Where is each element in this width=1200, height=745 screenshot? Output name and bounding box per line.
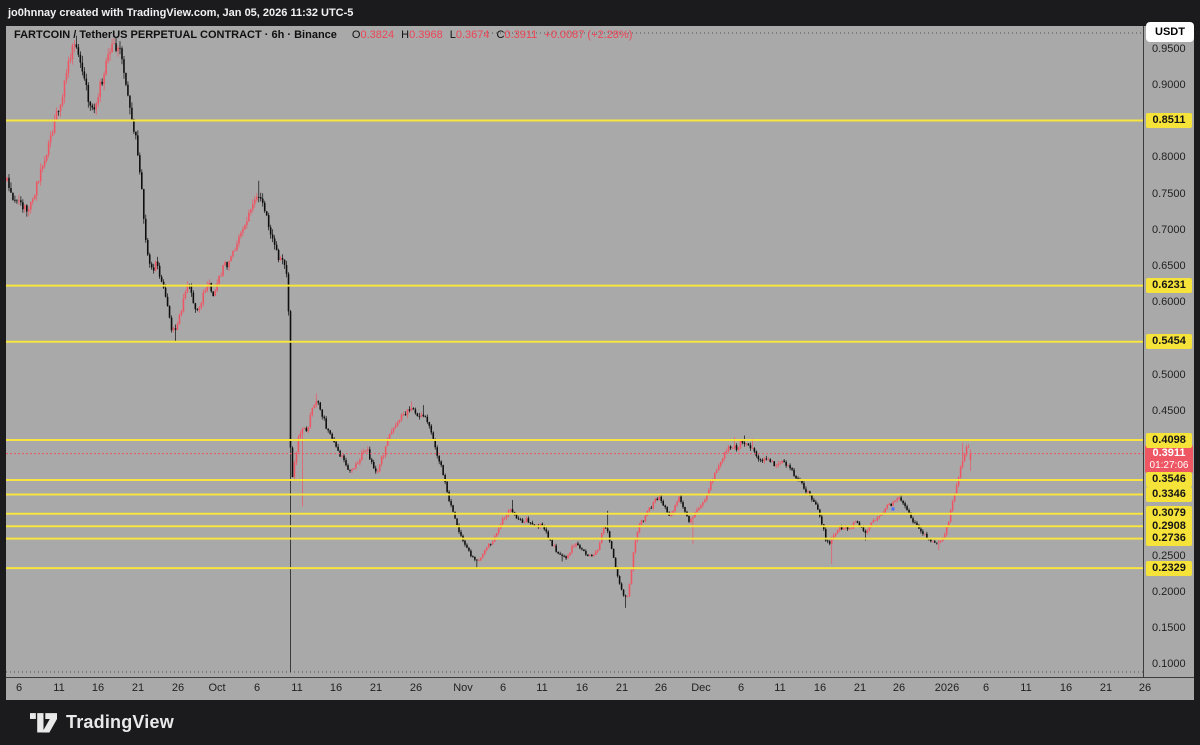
footer-bar: TradingView — [0, 700, 1200, 745]
level-price-label: 0.5454 — [1146, 334, 1192, 350]
symbol-title: FARTCOIN / TetherUS PERPETUAL CONTRACT ·… — [14, 29, 337, 41]
time-tick-label: 16 — [91, 682, 105, 694]
time-tick-label: 16 — [575, 682, 589, 694]
time-tick-label: 6 — [737, 682, 745, 694]
time-tick-label: 21 — [615, 682, 629, 694]
time-tick-label: 21 — [131, 682, 145, 694]
bar-countdown: 01:27:06 — [1149, 459, 1189, 471]
time-tick-label: 26 — [892, 682, 906, 694]
price-tick-label: 0.6500 — [1152, 260, 1186, 273]
time-tick-label: 11 — [53, 682, 65, 694]
time-tick-label: 11 — [536, 682, 548, 694]
price-tick-label: 0.6000 — [1152, 296, 1186, 309]
chart-pane[interactable]: FARTCOIN / TetherUS PERPETUAL CONTRACT ·… — [6, 26, 1143, 677]
time-tick-label: 26 — [654, 682, 668, 694]
close-value: 0.3911 — [504, 29, 538, 41]
price-tick-label: 0.7000 — [1152, 223, 1186, 236]
open-value: 0.3824 — [360, 29, 395, 41]
time-tick-label: 6 — [982, 682, 990, 694]
high-label: H — [401, 29, 410, 41]
tradingview-snapshot: jo0hnnay created with TradingView.com, J… — [0, 0, 1200, 745]
level-price-label: 0.6231 — [1146, 278, 1192, 294]
price-tick-label: 0.2000 — [1152, 585, 1186, 598]
level-price-label: 0.2329 — [1146, 560, 1192, 576]
tradingview-wordmark[interactable]: TradingView — [66, 712, 174, 733]
price-tick-label: 0.1500 — [1152, 622, 1186, 635]
high-value: 0.3968 — [409, 29, 443, 41]
time-tick-label: 11 — [774, 682, 786, 694]
chart-card: FARTCOIN / TetherUS PERPETUAL CONTRACT ·… — [6, 26, 1194, 700]
time-tick-label: 26 — [409, 682, 423, 694]
time-tick-label: 21 — [853, 682, 867, 694]
time-tick-label: 6 — [15, 682, 23, 694]
time-tick-label: 26 — [1138, 682, 1152, 694]
time-axis[interactable]: 6 11 16 21 26 Oct 6 11 16 21 26 Nov 6 11 16 21 26 Dec 6 11 1… — [6, 677, 1194, 700]
last-price-badge: 0.3911 01:27:06 — [1145, 444, 1193, 473]
last-price-value: 0.3911 — [1152, 446, 1186, 459]
time-tick-label: 6 — [499, 682, 507, 694]
level-price-label: 0.3546 — [1146, 472, 1192, 488]
time-tick-label: Dec — [691, 682, 711, 694]
level-price-label: 0.8511 — [1146, 112, 1192, 128]
time-tick-label: 26 — [171, 682, 185, 694]
time-tick-label: 6 — [253, 682, 261, 694]
scale-guide-dotted-lines — [6, 32, 1143, 673]
time-tick-label: 11 — [291, 682, 303, 694]
price-tick-label: 0.7500 — [1152, 187, 1186, 200]
price-tick-label: 0.9500 — [1152, 42, 1186, 55]
time-tick-label: Oct — [208, 682, 226, 694]
price-axis[interactable]: 0.3911 01:27:06 0.9500 0.9000 0.8000 0.7500… — [1143, 26, 1194, 677]
price-tick-label: 0.1000 — [1152, 658, 1186, 671]
price-tick-label: 0.9000 — [1152, 79, 1186, 92]
tradingview-logo-icon[interactable] — [30, 712, 57, 733]
time-tick-label: 16 — [329, 682, 343, 694]
time-tick-label: 21 — [369, 682, 383, 694]
level-price-label: 0.3346 — [1146, 486, 1192, 502]
level-price-label: 0.2736 — [1146, 531, 1192, 547]
change-value: +0.0087 (+2.28%) — [544, 29, 633, 41]
time-tick-label: 16 — [813, 682, 827, 694]
currency-toggle-button[interactable]: USDT — [1146, 22, 1194, 42]
candlestick-series — [6, 35, 972, 673]
time-tick-label: 16 — [1059, 682, 1073, 694]
drawing-anchor-dot[interactable] — [891, 507, 895, 511]
attribution-bar: jo0hnnay created with TradingView.com, J… — [0, 0, 1200, 26]
price-tick-label: 0.8000 — [1152, 151, 1186, 164]
time-tick-label: 11 — [1020, 682, 1032, 694]
horizontal-level-lines[interactable] — [6, 119, 1143, 570]
price-tick-label: 0.4500 — [1152, 404, 1186, 417]
low-value: 0.3674 — [455, 29, 490, 41]
time-tick-label: Nov — [453, 682, 473, 694]
attribution-text: jo0hnnay created with TradingView.com, J… — [8, 7, 354, 19]
candlestick-chart — [6, 32, 1143, 673]
symbol-legend: FARTCOIN / TetherUS PERPETUAL CONTRACT ·… — [14, 29, 632, 41]
level-price-label: 0.4098 — [1146, 432, 1192, 448]
time-tick-label: 21 — [1099, 682, 1113, 694]
time-tick-label: 2026 — [934, 682, 960, 694]
price-tick-label: 0.5000 — [1152, 368, 1186, 381]
